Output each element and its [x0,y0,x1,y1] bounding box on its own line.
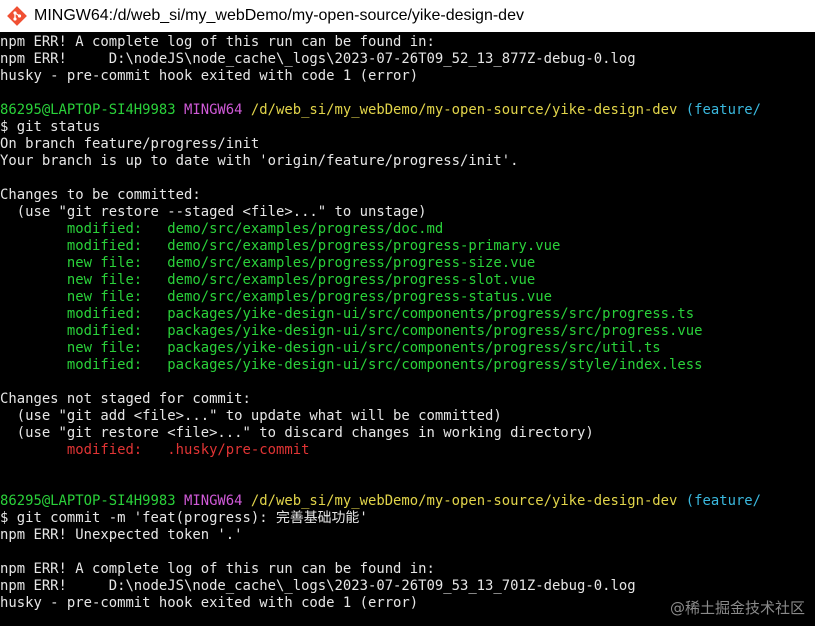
terminal-line: modified: packages/yike-design-ui/src/co… [0,357,815,374]
terminal-text: modified: demo/src/examples/progress/doc… [0,221,444,237]
terminal-line: new file: packages/yike-design-ui/src/co… [0,340,815,357]
terminal-line: (use "git restore --staged <file>..." to… [0,204,815,221]
terminal-text: (use "git restore --staged <file>..." to… [0,204,427,220]
terminal-text: /d/web_si/my_webDemo/my-open-source/yike… [250,102,686,118]
terminal-text: husky - pre-commit hook exited with code… [0,595,419,611]
terminal-text: (use "git restore <file>..." to discard … [0,425,594,441]
terminal-line: 86295@LAPTOP-SI4H9983 MINGW64 /d/web_si/… [0,102,815,119]
terminal-text: modified: .husky/pre-commit [0,442,310,458]
terminal-text: (use "git add <file>..." to update what … [0,408,502,424]
terminal-line: modified: demo/src/examples/progress/doc… [0,221,815,238]
terminal-text: modified: packages/yike-design-ui/src/co… [0,357,703,373]
terminal-line: modified: demo/src/examples/progress/pro… [0,238,815,255]
terminal-line: new file: demo/src/examples/progress/pro… [0,255,815,272]
watermark: @稀土掘金技术社区 [669,599,805,617]
terminal-text: 86295@LAPTOP-SI4H9983 [0,102,184,118]
terminal-text: /d/web_si/my_webDemo/my-open-source/yike… [250,493,686,509]
terminal-line: npm ERR! Unexpected token '.' [0,527,815,544]
terminal-line: npm ERR! A complete log of this run can … [0,561,815,578]
terminal-line: npm ERR! D:\nodeJS\node_cache\_logs\2023… [0,51,815,68]
terminal-text: modified: packages/yike-design-ui/src/co… [0,323,703,339]
terminal-window: MINGW64:/d/web_si/my_webDemo/my-open-sou… [0,0,815,626]
terminal-text: MINGW64 [183,493,251,509]
terminal-line: $ git commit -m 'feat(progress): 完善基础功能' [0,510,815,527]
terminal-text: On branch feature/progress/init [0,136,260,152]
terminal-text: Your branch is up to date with 'origin/f… [0,153,519,169]
terminal-text: (feature/ [685,102,762,118]
terminal-text: husky - pre-commit hook exited with code… [0,68,419,84]
terminal-line: modified: packages/yike-design-ui/src/co… [0,323,815,340]
terminal-line: On branch feature/progress/init [0,136,815,153]
terminal-text: Changes not staged for commit: [0,391,251,407]
terminal-text: new file: demo/src/examples/progress/pro… [0,255,536,271]
git-bash-icon[interactable] [7,6,27,26]
terminal-line: modified: .husky/pre-commit [0,442,815,459]
terminal-line: Changes not staged for commit: [0,391,815,408]
terminal-text: npm ERR! A complete log of this run can … [0,34,435,50]
terminal-line: npm ERR! D:\nodeJS\node_cache\_logs\2023… [0,578,815,595]
terminal-text: npm ERR! D:\nodeJS\node_cache\_logs\2023… [0,51,636,67]
terminal-text: new file: packages/yike-design-ui/src/co… [0,340,661,356]
terminal-text: 86295@LAPTOP-SI4H9983 [0,493,184,509]
terminal-text: (feature/ [685,493,762,509]
terminal-line: $ git status [0,119,815,136]
terminal-text: modified: packages/yike-design-ui/src/co… [0,306,695,322]
terminal-line: new file: demo/src/examples/progress/pro… [0,272,815,289]
terminal-text: Changes to be committed: [0,187,201,203]
terminal-line: modified: packages/yike-design-ui/src/co… [0,306,815,323]
terminal-line: new file: demo/src/examples/progress/pro… [0,289,815,306]
terminal-line: 86295@LAPTOP-SI4H9983 MINGW64 /d/web_si/… [0,493,815,510]
terminal-line: Your branch is up to date with 'origin/f… [0,153,815,170]
terminal-text: npm ERR! Unexpected token '.' [0,527,243,543]
window-title: MINGW64:/d/web_si/my_webDemo/my-open-sou… [34,7,524,24]
terminal-output[interactable]: npm ERR! A complete log of this run can … [0,32,815,626]
terminal-text: MINGW64 [183,102,251,118]
terminal-line: husky - pre-commit hook exited with code… [0,68,815,85]
terminal-text: $ git commit -m 'feat(progress): 完善基础功能' [0,510,368,526]
terminal-text: modified: demo/src/examples/progress/pro… [0,238,561,254]
terminal-line: Changes to be committed: [0,187,815,204]
terminal-line: (use "git add <file>..." to update what … [0,408,815,425]
terminal-line: npm ERR! A complete log of this run can … [0,34,815,51]
terminal-text: npm ERR! A complete log of this run can … [0,561,435,577]
terminal-text: npm ERR! D:\nodeJS\node_cache\_logs\2023… [0,578,636,594]
terminal-text: $ git status [0,119,101,135]
terminal-text: new file: demo/src/examples/progress/pro… [0,272,536,288]
terminal-line: (use "git restore <file>..." to discard … [0,425,815,442]
terminal-text: new file: demo/src/examples/progress/pro… [0,289,552,305]
title-bar[interactable]: MINGW64:/d/web_si/my_webDemo/my-open-sou… [0,0,815,32]
